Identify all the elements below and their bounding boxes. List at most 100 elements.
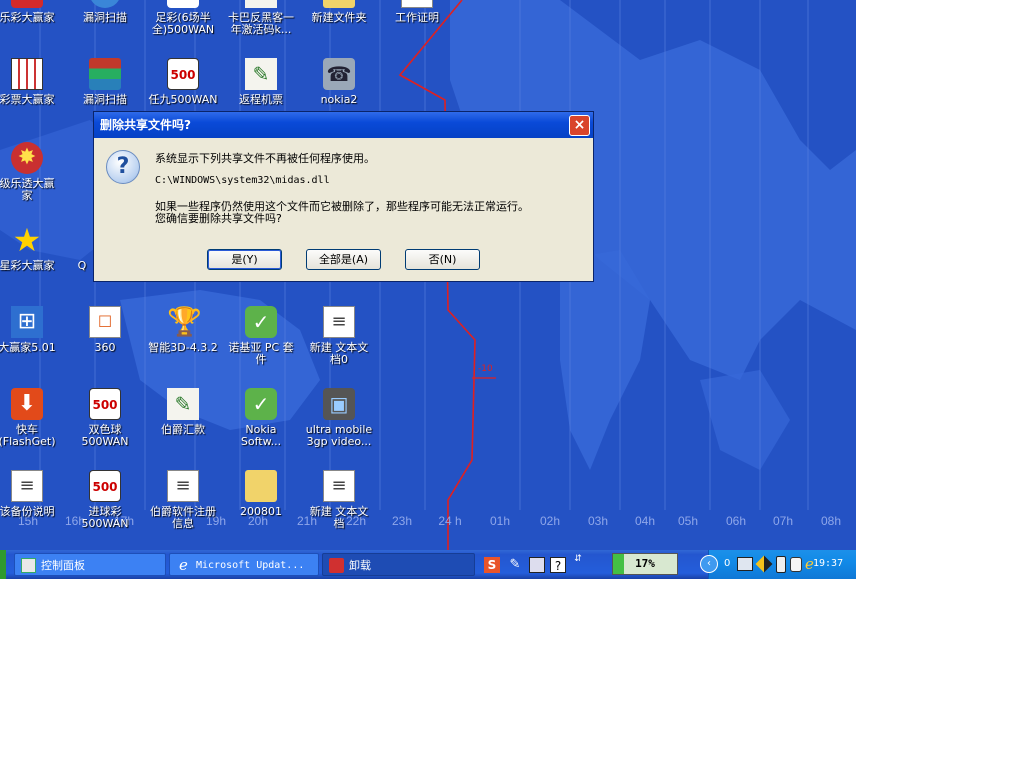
network-icon: ⊞ [11,306,43,338]
timezone-label: 06h [725,514,747,528]
desktop-icon-lottery-winner[interactable]: 彩票大赢家 [0,58,66,106]
desktop-icon-star-lottery[interactable]: ★ 星彩大赢家 [0,224,66,272]
desktop-icon-super-lotto[interactable]: ✸ 级乐透大赢 家 [0,142,66,202]
timezone-label: 24 h [438,514,462,528]
security-shield-icon[interactable] [755,555,773,573]
desktop-icon-500wan[interactable]: 500 足彩(6场半 全)500WAN [144,0,222,36]
desktop-icon-flashget[interactable]: ⬇ 快车 (FlashGet) [0,388,66,448]
task-microsoft-update[interactable]: e Microsoft Updat... [169,553,319,576]
scan-icon: ⚙ [89,0,121,8]
timezone-label: 01h [489,514,511,528]
desktop-icon-work-cert[interactable]: 工作证明 [378,0,456,24]
quicklaunch-sogou-icon[interactable]: S [484,557,500,573]
desktop-icon-vuln-scan-2[interactable]: 漏洞扫描 [66,58,144,106]
network-icon[interactable] [737,557,753,571]
dialog-message-line1: 系统显示下列共享文件不再被任何程序使用。 [155,152,375,165]
desktop-icon-label: 乐彩大赢家 [0,11,55,24]
battery-percent: 17% [635,557,655,570]
task-control-panel[interactable]: 控制面板 [14,553,166,576]
text-file-icon: ≡ [167,470,199,502]
yes-to-all-button[interactable]: 全部是(A) [306,249,381,270]
desktop-icon-label: 足彩(6场半 全)500WAN [151,11,215,36]
desktop-icon-double-color-500wan[interactable]: 500 双色球500WAN [66,388,144,448]
quicklaunch-overflow-icon[interactable]: ⇵ [572,554,584,574]
document-icon: ☐ [89,306,121,338]
document-pen-icon: ✎ [167,388,199,420]
star-icon: ★ [11,0,43,8]
desktop-icon-label: 漏洞扫描 [83,93,127,106]
yes-button[interactable]: 是(Y) [207,249,282,270]
desktop-icon-nokia2[interactable]: ☎ nokia2 [300,58,378,106]
desktop-icon-label: 360 [94,341,116,354]
task-label: 卸载 [349,559,371,572]
text-file-icon: ≡ [323,306,355,338]
500wan-icon: 500 [89,470,121,502]
desktop-icon-renjiu-500wan[interactable]: 500 任九500WAN [144,58,222,106]
usb-device-icon[interactable] [776,556,786,573]
desktop-icon-nokia-pc-suite[interactable]: ✓ 诺基亚 PC 套 件 [222,306,300,366]
quicklaunch-help-icon[interactable]: ? [550,557,566,573]
desktop-icon-kaspersky[interactable]: ✎ 卡巴反黑客一 年激活码k... [222,0,300,36]
desktop-icon-label: 快车 (FlashGet) [0,423,56,448]
desktop-icon-smart-3d[interactable]: 🏆 智能3D-4.3.2 [144,306,222,354]
desktop-icon-new-text[interactable]: ≡ 新建 文本文 档 [300,470,378,530]
battery-meter[interactable]: 17% [612,553,678,575]
no-button[interactable]: 否(N) [405,249,480,270]
timezone-label: 07h [772,514,794,528]
desktop-icon-return-ticket[interactable]: ✎ 返程机票 [222,58,300,106]
control-panel-icon [21,558,36,573]
start-button-edge[interactable] [0,550,6,579]
text-file-icon: ≡ [11,470,43,502]
timezone-label: 05h [677,514,699,528]
desktop-icon-label: 任九500WAN [148,93,218,106]
desktop-icon-new-folder[interactable]: 新建文件夹 [300,0,378,24]
tray-expand-icon[interactable]: ‹ [700,555,718,573]
quicklaunch-pen-icon[interactable]: ✎ [507,557,523,573]
desktop-icon-nokia-software[interactable]: ✓ Nokia Softw... [222,388,300,448]
desktop-icon-vuln-scan[interactable]: ⚙ 漏洞扫描 [66,0,144,24]
burst-icon: ✸ [11,142,43,174]
phone-device-icon[interactable] [790,557,802,572]
desktop-icon-label: 星彩大赢家 [0,259,55,272]
books-icon [89,58,121,90]
desktop-icon-label: 200801 [240,505,282,518]
desktop-icon-folder-200801[interactable]: 200801 [222,470,300,518]
desktop-icon-backup-notes[interactable]: ≡ 该备份说明 [0,470,66,518]
500wan-icon: 500 [167,0,199,8]
desktop-icon-label: 卡巴反黑客一 年激活码k... [228,11,294,36]
desktop-icon-label: 新建 文本文 档 [309,505,369,530]
desktop-icon-label: 新建文件夹 [311,11,367,24]
desktop-icon-label: 智能3D-4.3.2 [148,341,218,354]
desktop-icon-count-register[interactable]: ≡ 伯爵软件注册 信息 [144,470,222,530]
task-uninstall[interactable]: 卸载 [322,553,475,576]
system-tray: ‹ 0 e 19:37 [700,550,856,579]
desktop-icon-label: 漏洞扫描 [83,11,127,24]
500wan-icon: 500 [89,388,121,420]
folder-icon [245,470,277,502]
close-button[interactable]: × [569,115,590,136]
timezone-label: 02h [539,514,561,528]
timezone-label: 23h [391,514,413,528]
desktop-icon-label: 双色球500WAN [81,423,129,448]
text-file-icon: ≡ [323,470,355,502]
desktop-icon-new-text-0[interactable]: ≡ 新建 文本文 档0 [300,306,378,366]
quicklaunch-monitor-icon[interactable] [529,557,545,573]
desktop-icon-label: 该备份说明 [0,505,55,518]
desktop-icon-label: 大赢家5.01 [0,341,56,354]
desktop-icon-winner-501[interactable]: ⊞ 大赢家5.01 [0,306,66,354]
dateline-marker: -10 [478,364,493,374]
desktop-icon-3gp-video[interactable]: ▣ ultra mobile 3gp video... [300,388,378,448]
dialog-file-path: C:\WINDOWS\system32\midas.dll [155,175,330,186]
task-label: 控制面板 [41,559,85,572]
timezone-label: 04h [634,514,656,528]
desktop-icon-goal-500wan[interactable]: 500 进球彩500WAN [66,470,144,530]
desktop-icon-count-remit[interactable]: ✎ 伯爵汇款 [144,388,222,436]
desktop-icon-lottery[interactable]: ★ 乐彩大赢家 [0,0,66,24]
star-icon: ★ [12,221,42,259]
500wan-icon: 500 [167,58,199,90]
desktop-icon-label: 伯爵汇款 [161,423,205,436]
trophy-icon: 🏆 [167,305,202,338]
document-pen-icon: ✎ [245,0,277,8]
clock[interactable]: 19:37 [813,558,843,569]
desktop-icon-360[interactable]: ☐ 360 [66,306,144,354]
